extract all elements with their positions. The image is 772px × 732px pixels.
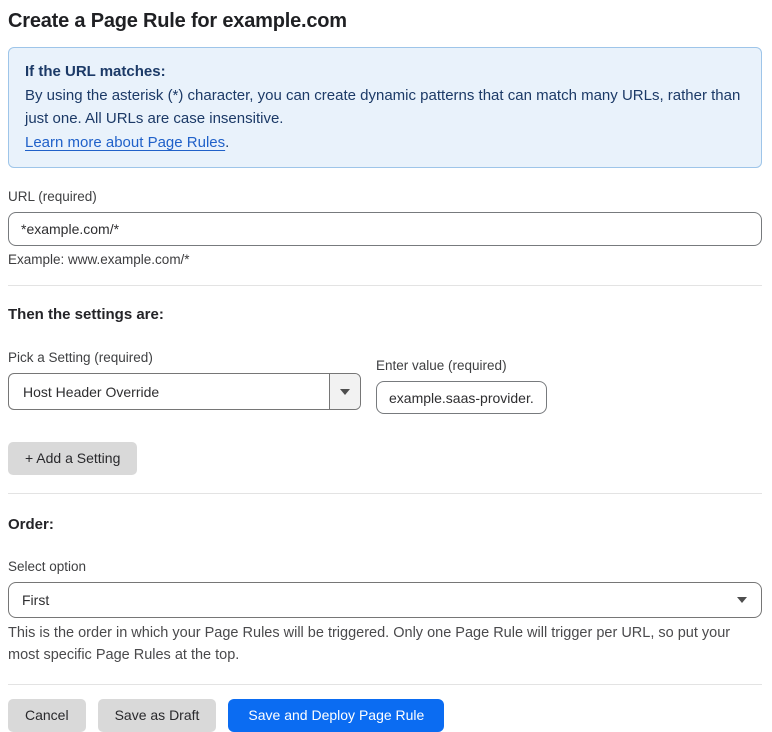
url-example-text: Example: www.example.com/*: [8, 252, 190, 267]
save-and-deploy-button[interactable]: Save and Deploy Page Rule: [228, 699, 445, 732]
page-title: Create a Page Rule for example.com: [8, 10, 347, 32]
save-as-draft-button[interactable]: Save as Draft: [97, 699, 217, 732]
order-heading: Order:: [8, 516, 54, 533]
pick-setting-column: Pick a Setting (required) Host Header Ov…: [8, 349, 361, 414]
divider: [8, 493, 762, 494]
order-select-value: First: [22, 592, 50, 608]
caret-down-icon: [340, 388, 350, 395]
add-setting-button[interactable]: + Add a Setting: [8, 442, 138, 475]
learn-more-link[interactable]: Learn more about Page Rules: [25, 134, 225, 151]
divider: [8, 285, 762, 286]
order-help-text: This is the order in which your Page Rul…: [8, 625, 731, 663]
setting-select-dropdown-button[interactable]: [329, 374, 360, 409]
setting-value-input[interactable]: [376, 381, 547, 414]
divider: [8, 684, 762, 685]
caret-down-icon: [737, 597, 747, 603]
link-period: .: [225, 134, 230, 151]
enter-value-column: Enter value (required): [376, 357, 547, 414]
url-matches-info-box: If the URL matches: By using the asteris…: [8, 47, 762, 168]
settings-row: Pick a Setting (required) Host Header Ov…: [8, 349, 762, 414]
info-box-link-line: Learn more about Page Rules.: [25, 131, 745, 154]
setting-select[interactable]: Host Header Override: [8, 373, 361, 410]
enter-value-label: Enter value (required): [376, 358, 507, 373]
url-input[interactable]: [8, 212, 762, 246]
pick-setting-label: Pick a Setting (required): [8, 350, 153, 365]
action-button-row: Cancel Save as Draft Save and Deploy Pag…: [8, 699, 762, 732]
setting-select-value: Host Header Override: [23, 383, 160, 400]
order-select-caret-wrap: [737, 597, 761, 603]
info-box-heading: If the URL matches:: [25, 63, 166, 80]
settings-heading: Then the settings are:: [8, 306, 164, 323]
url-label: URL (required): [8, 189, 97, 204]
order-select[interactable]: First: [8, 582, 762, 618]
cancel-button[interactable]: Cancel: [8, 699, 86, 732]
info-box-body: By using the asterisk (*) character, you…: [25, 87, 741, 127]
order-select-label: Select option: [8, 559, 87, 574]
